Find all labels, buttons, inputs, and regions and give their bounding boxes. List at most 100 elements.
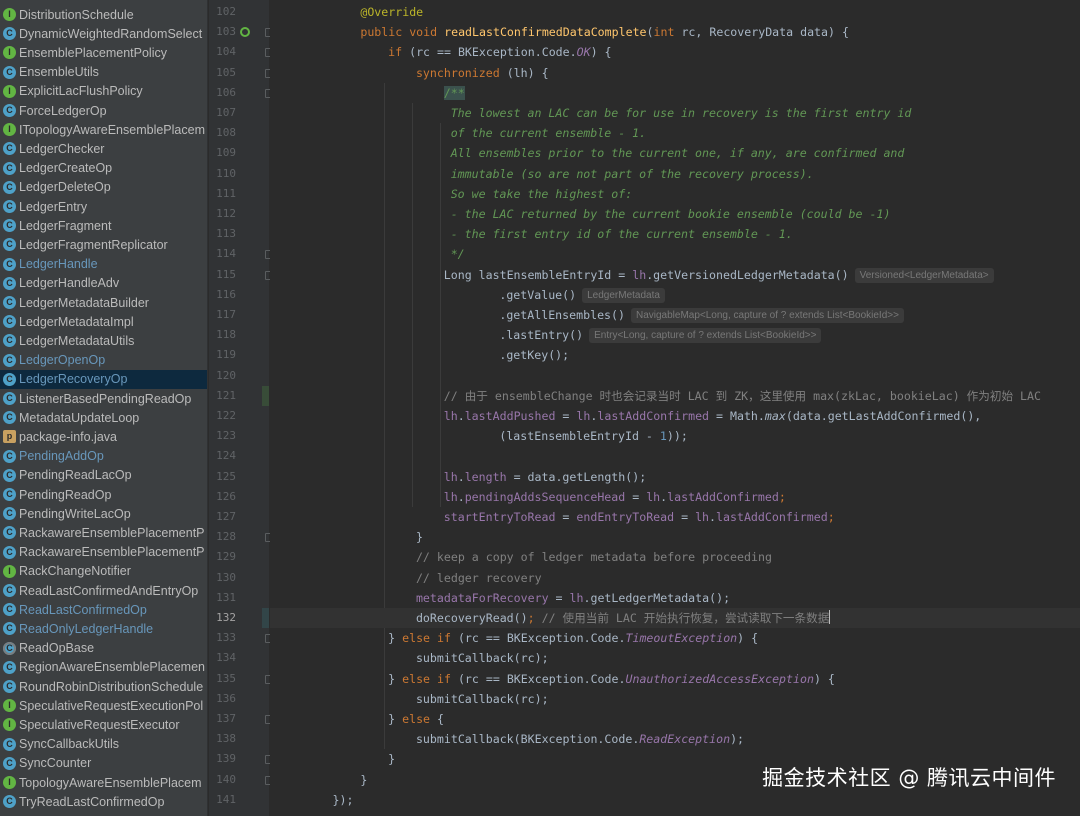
tree-item[interactable]: C MetadataUpdateLoop	[0, 408, 207, 427]
tree-item[interactable]: C ReadLastConfirmedAndEntryOp	[0, 581, 207, 600]
line-number: 125	[216, 469, 236, 483]
tree-item[interactable]: C TryReadLastConfirmedOp	[0, 792, 207, 811]
code-line[interactable]: .getValue() LedgerMetadata	[499, 285, 665, 305]
code-token: // 使用当前 LAC 开始执行恢复，尝试读取下一条数据	[541, 611, 830, 625]
tree-item[interactable]: I SpeculativeRequestExecutor	[0, 715, 207, 734]
tree-item[interactable]: I EnsemblePlacementPolicy	[0, 43, 207, 62]
code-line[interactable]: // ledger recovery	[416, 568, 542, 588]
tree-item[interactable]: C LedgerRecoveryOp	[0, 369, 207, 389]
tree-item[interactable]: C RegionAwareEnsemblePlacemen	[0, 658, 207, 677]
vcs-change-marker[interactable]	[262, 608, 269, 628]
code-line[interactable]: lh.pendingAddsSequenceHead = lh.lastAddC…	[444, 487, 786, 507]
code-line[interactable]: });	[333, 790, 354, 810]
tree-item[interactable]: C LedgerMetadataBuilder	[0, 293, 207, 312]
code-line[interactable]: So we take the highest of:	[451, 184, 632, 204]
code-line[interactable]: metadataForRecovery = lh.getLedgerMetada…	[416, 588, 730, 608]
code-line[interactable]: }	[360, 770, 367, 790]
tree-item-label: ReadOnlyLedgerHandle	[19, 621, 154, 636]
code-line[interactable]: */	[451, 244, 465, 264]
code-line[interactable]: public void readLastConfirmedDataComplet…	[360, 22, 849, 42]
tree-item[interactable]: C LedgerOpenOp	[0, 351, 207, 370]
tree-item[interactable]: C LedgerMetadataUtils	[0, 331, 207, 350]
class-icon: C	[3, 161, 16, 175]
code-token: (rc == BKException.Code.	[457, 631, 626, 646]
tree-item[interactable]: C LedgerHandle	[0, 255, 207, 274]
code-line[interactable]: startEntryToRead = endEntryToRead = lh.l…	[444, 507, 835, 527]
tree-item[interactable]: C LedgerFragment	[0, 216, 207, 235]
tree-item[interactable]: C PendingWriteLacOp	[0, 504, 207, 523]
tree-item[interactable]: I DistributionSchedule	[0, 5, 207, 24]
tree-item[interactable]: C ReadLastConfirmedOp	[0, 600, 207, 619]
tree-item-label: DistributionSchedule	[19, 7, 134, 22]
tree-item[interactable]: C LedgerMetadataImpl	[0, 312, 207, 331]
code-token: The lowest an LAC can be for use in reco…	[450, 106, 912, 120]
code-line[interactable]: All ensembles prior to the current one, …	[451, 143, 905, 163]
code-line[interactable]: submitCallback(rc);	[416, 648, 549, 668]
code-token: // 由于 ensembleChange 时也会记录当时 LAC 到 ZK，这里…	[443, 388, 1041, 403]
code-line[interactable]: - the LAC returned by the current bookie…	[451, 204, 891, 224]
tree-item[interactable]: I SpeculativeRequestExecutionPol	[0, 696, 207, 715]
tree-item[interactable]: I ExplicitLacFlushPolicy	[0, 82, 207, 101]
code-line[interactable]: synchronized (lh) {	[416, 63, 549, 83]
tree-item[interactable]: C PendingReadOp	[0, 485, 207, 504]
code-line[interactable]: } else {	[388, 709, 444, 729]
code-token: (lh) {	[506, 65, 549, 80]
code-line[interactable]: Long lastEnsembleEntryId = lh.getVersion…	[444, 265, 994, 285]
code-line[interactable]: /**	[443, 83, 465, 103]
class-icon: C	[3, 756, 16, 770]
tree-item[interactable]: C RoundRobinDistributionSchedule	[0, 677, 207, 696]
tree-item[interactable]: C LedgerHandleAdv	[0, 274, 207, 293]
code-token: lh	[576, 409, 591, 423]
tree-item[interactable]: p package-info.java	[0, 427, 207, 446]
code-line[interactable]: } else if (rc == BKException.Code.Unauth…	[388, 669, 835, 689]
code-line[interactable]: doRecoveryRead(); // 使用当前 LAC 开始执行恢复，尝试读…	[416, 608, 831, 628]
tree-item[interactable]: C LedgerCreateOp	[0, 159, 207, 178]
code-editor[interactable]: @Override public void readLastConfirmedDa…	[270, 0, 1080, 816]
tree-item[interactable]: C LedgerEntry	[0, 197, 207, 216]
tree-item-label: RackChangeNotifier	[19, 564, 131, 579]
tree-item[interactable]: C DynamicWeightedRandomSelect	[0, 24, 207, 43]
tree-item[interactable]: C LedgerFragmentReplicator	[0, 235, 207, 254]
project-tree[interactable]: I DistributionSchedule C DynamicWeightedRan…	[0, 0, 208, 816]
tree-item[interactable]: I ITopologyAwareEnsemblePlacem	[0, 120, 207, 139]
code-line[interactable]: of the current ensemble - 1.	[451, 123, 646, 143]
tree-item[interactable]: C SyncCounter	[0, 754, 207, 773]
code-line[interactable]: // 由于 ensembleChange 时也会记录当时 LAC 到 ZK，这里…	[444, 386, 1041, 406]
code-line[interactable]: submitCallback(rc);	[416, 689, 549, 709]
code-token: (data.getLastAddConfirmed(),	[785, 409, 982, 423]
tree-item[interactable]: C EnsembleUtils	[0, 63, 207, 82]
tree-item[interactable]: I TopologyAwareEnsemblePlacem	[0, 773, 207, 792]
code-line[interactable]: }	[416, 527, 423, 547]
class-icon: C	[3, 372, 16, 386]
code-line[interactable]: .getKey();	[499, 345, 569, 365]
class-icon: C	[3, 353, 16, 367]
tree-item[interactable]: C RackawareEnsemblePlacementP	[0, 523, 207, 542]
code-line[interactable]: // keep a copy of ledger metadata before…	[416, 547, 772, 567]
code-line[interactable]: @Override	[360, 2, 423, 22]
tree-item[interactable]: I RackChangeNotifier	[0, 562, 207, 581]
code-line[interactable]: .lastEntry() Entry<Long, capture of ? ext…	[499, 325, 822, 345]
tree-item[interactable]: C ReadOpBase	[0, 639, 207, 658]
tree-item[interactable]: C ForceLedgerOp	[0, 101, 207, 120]
vcs-change-marker[interactable]	[262, 385, 269, 406]
code-line[interactable]: submitCallback(BKException.Code.ReadExce…	[416, 729, 744, 749]
code-line[interactable]: .getAllEnsembles() NavigableMap<Long, cap…	[499, 305, 904, 325]
tree-item[interactable]: C LedgerDeleteOp	[0, 178, 207, 197]
tree-item[interactable]: C PendingReadLacOp	[0, 466, 207, 485]
code-line[interactable]: } else if (rc == BKException.Code.Timeou…	[388, 628, 758, 648]
tree-item[interactable]: C SyncCallbackUtils	[0, 735, 207, 754]
code-line[interactable]: The lowest an LAC can be for use in reco…	[451, 103, 912, 123]
tree-item[interactable]: C ReadOnlyLedgerHandle	[0, 619, 207, 638]
code-line[interactable]: immutable (so are not part of the recove…	[451, 164, 814, 184]
code-line[interactable]: (lastEnsembleEntryId - 1));	[499, 426, 687, 446]
code-line[interactable]: if (rc == BKException.Code.OK) {	[388, 42, 611, 62]
code-line[interactable]: - the first entry id of the current ense…	[451, 224, 793, 244]
tree-item[interactable]: C PendingAddOp	[0, 447, 207, 466]
tree-item[interactable]: C LedgerChecker	[0, 139, 207, 158]
code-line[interactable]: lh.lastAddPushed = lh.lastAddConfirmed =…	[444, 406, 982, 426]
code-line[interactable]: }	[388, 749, 395, 769]
tree-item[interactable]: C RackawareEnsemblePlacementP	[0, 543, 207, 562]
code-line[interactable]: lh.length = data.getLength();	[444, 467, 646, 487]
tree-item[interactable]: C ListenerBasedPendingReadOp	[0, 389, 207, 408]
tree-item-label: package-info.java	[19, 429, 117, 444]
